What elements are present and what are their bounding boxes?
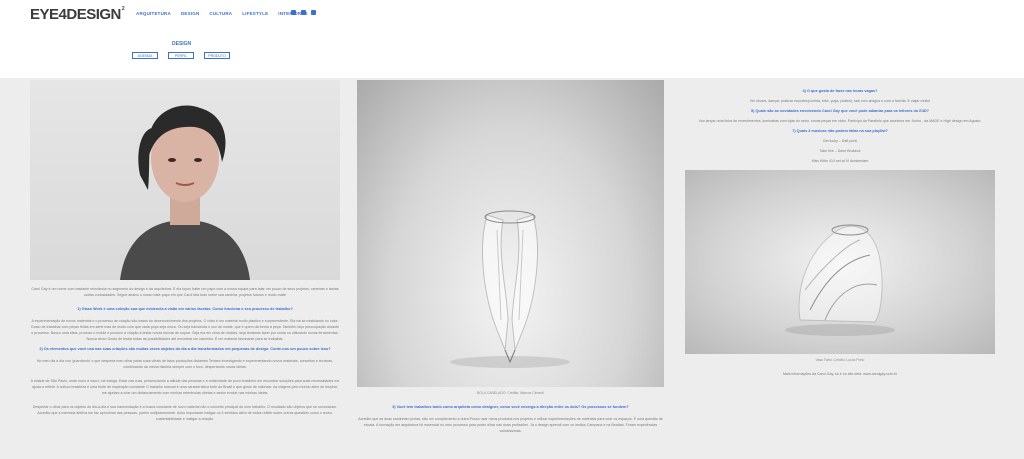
- portrait-photo: [30, 80, 340, 280]
- question-1: 1) Glass Work é uma coleção sua que evid…: [77, 307, 293, 311]
- article-column-right: 4) O que gosta de fazer nas horas vagas?…: [685, 80, 995, 377]
- answer-2b: A cidade de São Paulo, onde moro é nasci…: [30, 379, 340, 395]
- vase-photo-twist: [685, 170, 995, 354]
- intro-paragraph: Carol Gay é um nome com bastante relevân…: [31, 287, 339, 297]
- photo-caption-2: Vaso Twist. Crédito: Lucas Porto: [815, 358, 865, 362]
- song-2: Take five – Dave Brubeck: [819, 149, 861, 153]
- question-5: 5) Quais são as novidades envolvendo Car…: [751, 109, 929, 113]
- question-4: 4) O que gosta de fazer nas horas vagas?: [802, 89, 878, 93]
- linkedin-icon[interactable]: [311, 10, 316, 15]
- glass-vase-image: [450, 210, 570, 368]
- category-title: DESIGN: [172, 41, 192, 47]
- tag-perfil[interactable]: PERFIL: [168, 52, 194, 59]
- nav-item-arquitetura[interactable]: ARQUITETURA: [136, 11, 171, 16]
- social-links: [291, 10, 316, 15]
- article-column-center: BOLA CANELADO. Crédito: Marcos Cimardi 3…: [357, 80, 664, 434]
- song-3: Miss Kittin 414 set at IV Amsterdam: [811, 159, 869, 163]
- nav-item-cultura[interactable]: CULTURA: [209, 11, 232, 16]
- instagram-icon[interactable]: [291, 10, 296, 15]
- site-logo[interactable]: EYE4DESIGN2: [30, 6, 125, 23]
- photo-caption-1: BOLA CANELADO. Crédito: Marcos Cimardi: [477, 391, 544, 395]
- question-7: 7) Quais 3 músicas não podem faltar na s…: [792, 129, 888, 133]
- answer-3: Acredito que as duas caminham juntas, sã…: [358, 417, 663, 433]
- nav-item-design[interactable]: DESIGN: [181, 11, 199, 16]
- answer-1: A experimentação de novos materiais e o …: [30, 319, 340, 341]
- footer-info: Mais informações da Carol Gay, só é no s…: [782, 372, 898, 376]
- tag-agenda[interactable]: AGENDA: [132, 52, 158, 59]
- answer-2: No meu dia a dia vou 'guardando' o que d…: [36, 359, 334, 369]
- answer-4: Ver shows, dançar, praticar esportes(cor…: [749, 99, 931, 103]
- portrait-image: [120, 105, 250, 280]
- site-header: EYE4DESIGN2 ARQUITETURA DESIGN CULTURA L…: [0, 0, 1024, 30]
- question-3: 3) Você tem trabalhos tanto como arquite…: [392, 405, 629, 409]
- article-column-left: Carol Gay é um nome com bastante relevân…: [30, 80, 340, 422]
- twist-vase-image: [785, 224, 895, 336]
- song-1: Get lucky – Daft punk: [822, 139, 858, 143]
- answer-2c: Despertar o olhar para os objetos do dia…: [32, 405, 338, 421]
- main-nav: ARQUITETURA DESIGN CULTURA LIFESTYLE INT…: [136, 11, 308, 16]
- answer-5: Vou lançar uma linha de revestimentos, l…: [698, 119, 982, 123]
- facebook-icon[interactable]: [301, 10, 306, 15]
- nav-item-lifestyle[interactable]: LIFESTYLE: [242, 11, 268, 16]
- vase-photo-bola-canelado: [357, 80, 664, 387]
- category-tags: AGENDA PERFIL PRODUTO: [132, 52, 230, 59]
- tag-produto[interactable]: PRODUTO: [204, 52, 230, 59]
- question-2: 2) Os elementos que você usa nas suas cr…: [39, 347, 331, 351]
